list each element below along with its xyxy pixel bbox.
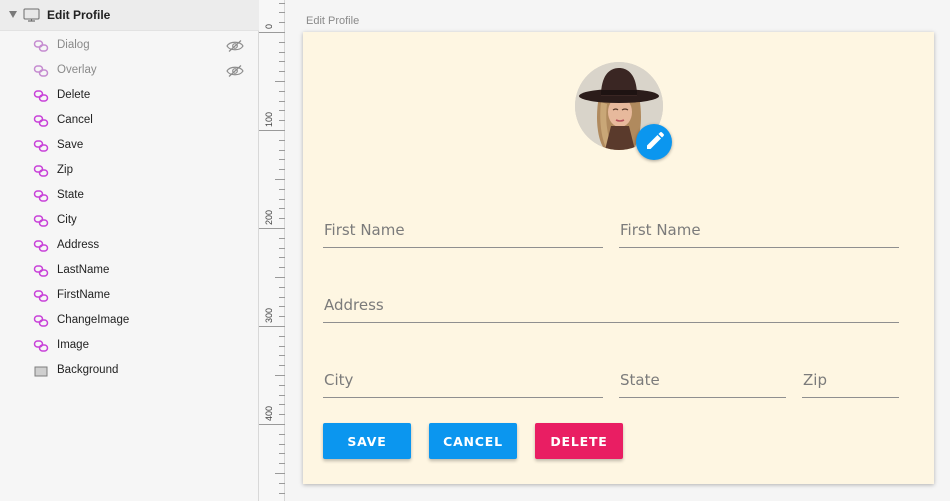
first-name-placeholder: First Name: [324, 221, 405, 239]
layer-row-delete[interactable]: Delete: [0, 84, 259, 109]
symbol-link-icon: [33, 190, 49, 202]
layer-label: ChangeImage: [57, 314, 130, 326]
rectangle-icon: [34, 366, 48, 377]
symbol-link-icon: [33, 290, 49, 302]
city-placeholder: City: [324, 371, 354, 389]
layer-row-save[interactable]: Save: [0, 134, 259, 159]
disclosure-triangle-icon[interactable]: [9, 11, 17, 18]
change-image-button[interactable]: [636, 124, 672, 160]
layer-row-image[interactable]: Image: [0, 334, 259, 359]
ruler-label: 200: [264, 209, 274, 225]
layer-label: Save: [57, 139, 84, 151]
layer-label: Overlay: [57, 64, 97, 76]
symbol-link-icon: [33, 90, 49, 102]
layer-row-state[interactable]: State: [0, 184, 259, 209]
cancel-button[interactable]: CANCEL: [429, 423, 517, 459]
layer-label: State: [57, 189, 84, 201]
layer-row-city[interactable]: City: [0, 209, 259, 234]
layer-group-edit-profile[interactable]: Edit Profile: [0, 0, 259, 31]
layers-panel: Edit Profile Dialog Overlay Delete Cancel Sa…: [0, 0, 259, 501]
layer-row-zip[interactable]: Zip: [0, 159, 259, 184]
artboard-title[interactable]: Edit Profile: [306, 15, 359, 27]
layer-label: Background: [57, 364, 119, 376]
layer-row-firstname[interactable]: FirstName: [0, 284, 259, 309]
layer-label: Delete: [57, 89, 91, 101]
layer-row-cancel[interactable]: Cancel: [0, 109, 259, 134]
zip-input[interactable]: Zip: [802, 368, 899, 398]
symbol-link-icon: [33, 265, 49, 277]
state-placeholder: State: [620, 371, 660, 389]
last-name-input[interactable]: First Name: [619, 218, 899, 248]
ruler-ticks: [259, 3, 285, 494]
last-name-placeholder: First Name: [620, 221, 701, 239]
pencil-icon: [647, 132, 664, 149]
layer-label: FirstName: [57, 289, 111, 301]
ruler-label: 100: [264, 111, 274, 127]
ruler-label: 0: [264, 23, 274, 29]
symbol-link-icon: [33, 165, 49, 177]
layer-label: Address: [57, 239, 100, 251]
design-canvas[interactable]: Edit Profile First Name First Name Addre…: [286, 0, 950, 501]
address-placeholder: Address: [324, 296, 384, 314]
address-input[interactable]: Address: [323, 293, 899, 323]
vertical-ruler[interactable]: 0 100 200 300 400: [259, 0, 285, 501]
layer-row-background[interactable]: Background: [0, 359, 259, 384]
layer-label: Zip: [57, 164, 73, 176]
symbol-link-icon: [33, 215, 49, 227]
symbol-link-icon: [33, 340, 49, 352]
layer-label: Cancel: [57, 114, 93, 126]
symbol-link-icon: [33, 65, 49, 77]
layer-label: Image: [57, 339, 89, 351]
symbol-link-icon: [33, 40, 49, 52]
ruler-label: 400: [264, 405, 274, 421]
city-input[interactable]: City: [323, 368, 603, 398]
symbol-link-icon: [33, 115, 49, 127]
eye-hidden-icon[interactable]: [226, 64, 244, 78]
layer-row-overlay[interactable]: Overlay: [0, 59, 259, 84]
layer-label: LastName: [57, 264, 110, 276]
layer-label: Dialog: [57, 39, 90, 51]
layer-row-address[interactable]: Address: [0, 234, 259, 259]
delete-button[interactable]: DELETE: [535, 423, 623, 459]
layer-row-changeimage[interactable]: ChangeImage: [0, 309, 259, 334]
symbol-link-icon: [33, 140, 49, 152]
first-name-input[interactable]: First Name: [323, 218, 603, 248]
save-button[interactable]: SAVE: [323, 423, 411, 459]
state-input[interactable]: State: [619, 368, 786, 398]
layer-row-dialog[interactable]: Dialog: [0, 34, 259, 59]
layer-label: City: [57, 214, 77, 226]
eye-hidden-icon[interactable]: [226, 39, 244, 53]
layer-group-label: Edit Profile: [47, 8, 111, 22]
symbol-link-icon: [33, 240, 49, 252]
artboard-edit-profile[interactable]: First Name First Name Address City State…: [303, 32, 934, 484]
layer-row-lastname[interactable]: LastName: [0, 259, 259, 284]
ruler-label: 300: [264, 307, 274, 323]
zip-placeholder: Zip: [803, 371, 827, 389]
artboard-icon: [23, 8, 40, 22]
symbol-link-icon: [33, 315, 49, 327]
